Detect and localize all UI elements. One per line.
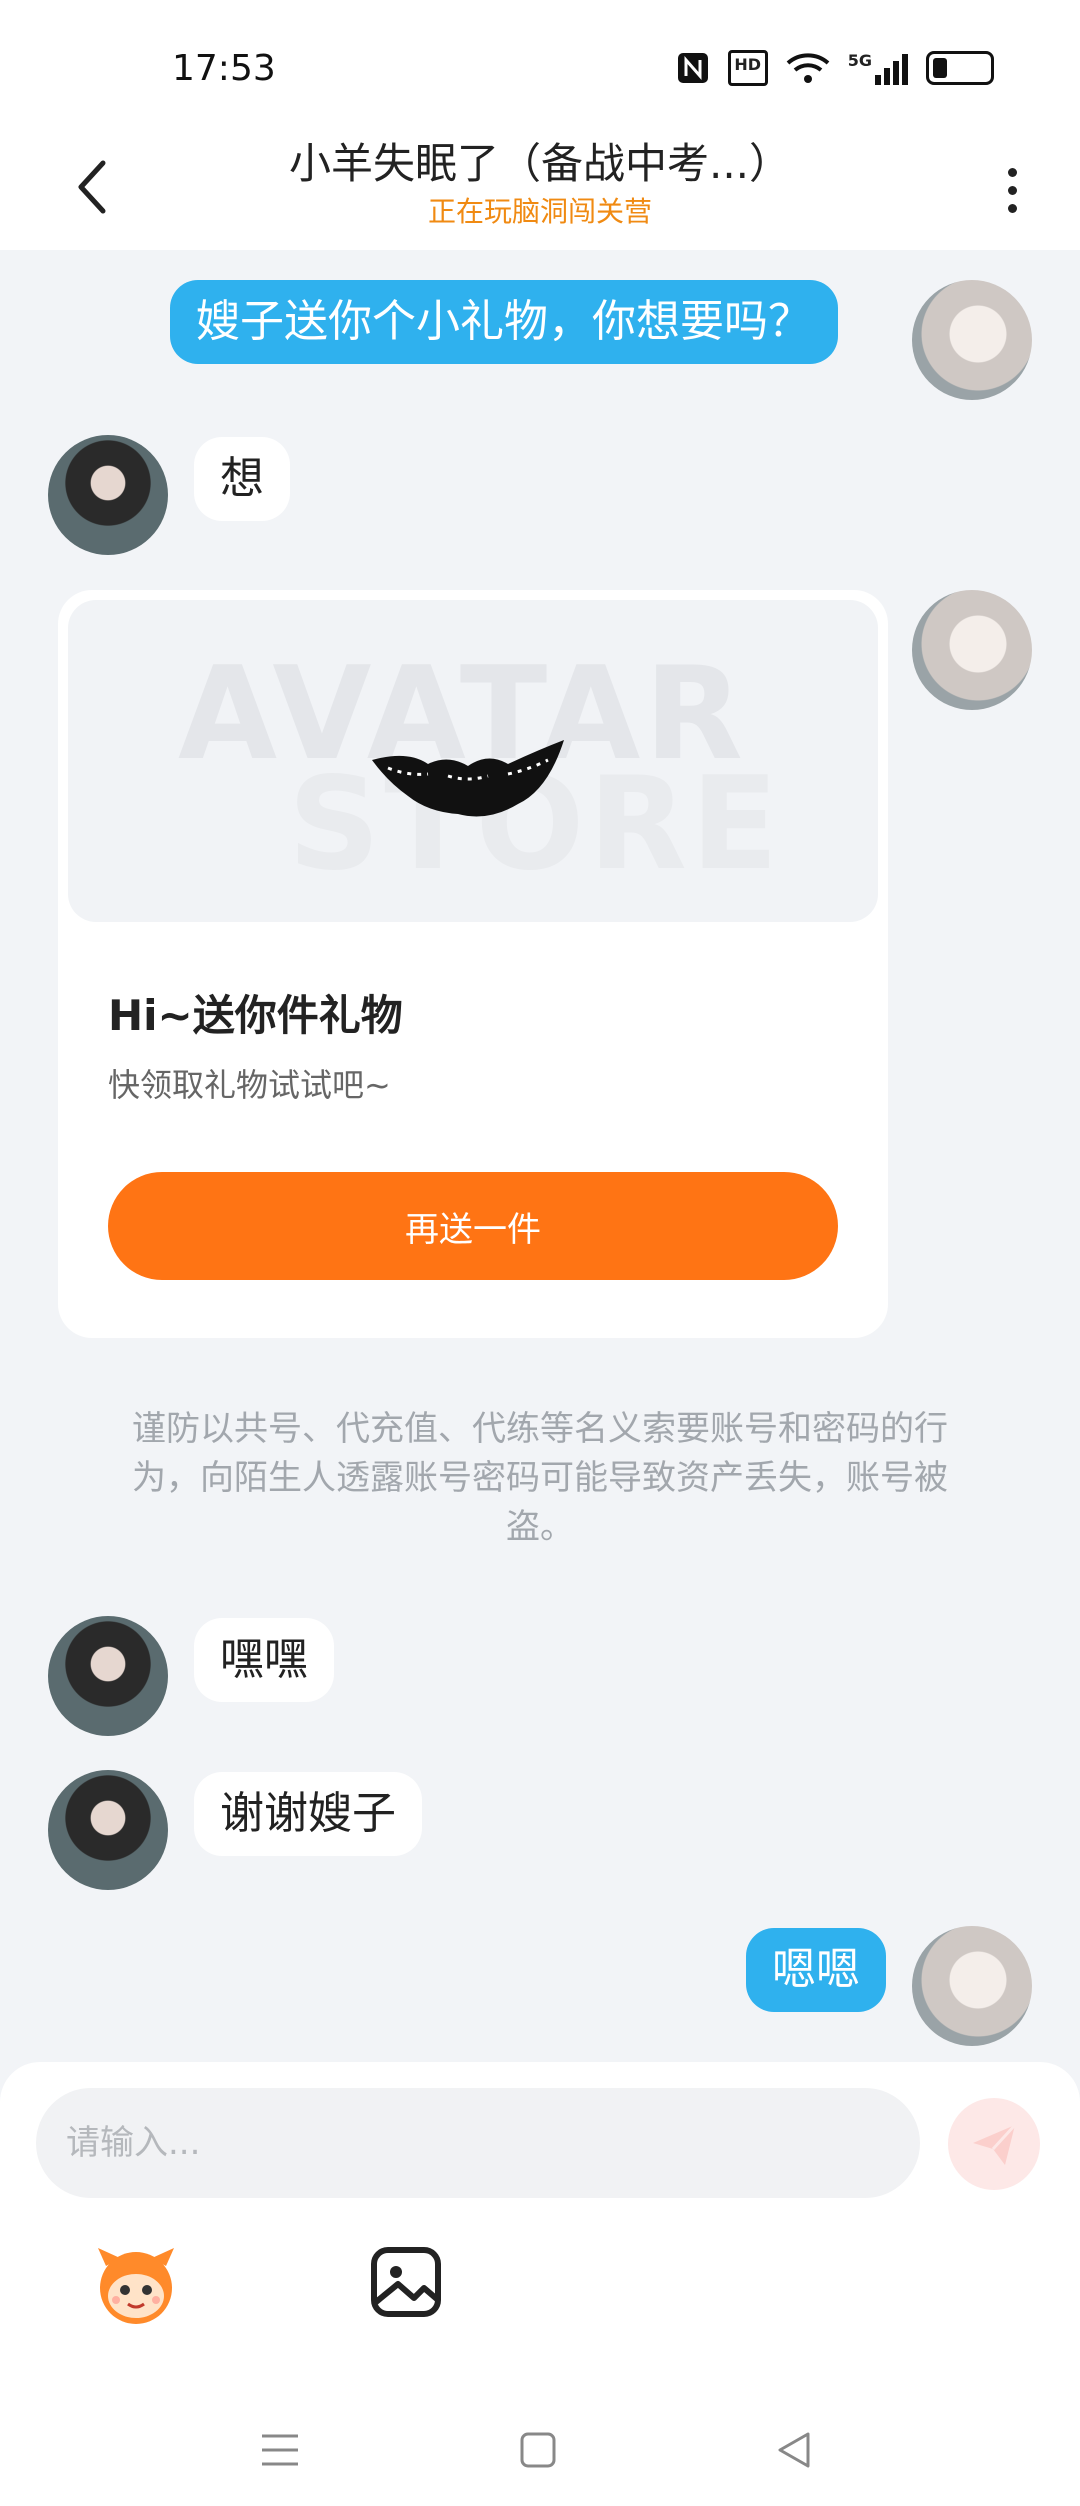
avatar-self[interactable] bbox=[912, 1926, 1032, 2046]
more-icon-dot bbox=[1007, 167, 1017, 177]
avatar-self[interactable] bbox=[912, 280, 1032, 400]
avatar-contact[interactable] bbox=[48, 1616, 168, 1736]
message-bubble-received[interactable]: 嘿嘿 bbox=[194, 1618, 334, 1702]
gift-card-banner: AVATAR STORE bbox=[68, 600, 878, 922]
status-icons: HD 5G bbox=[676, 50, 994, 86]
more-options-button[interactable] bbox=[992, 150, 1032, 230]
message-bubble-sent[interactable]: 嗯嗯 bbox=[746, 1928, 886, 2012]
avatar-self[interactable] bbox=[912, 590, 1032, 710]
system-navigation-bar bbox=[0, 2400, 1080, 2506]
image-icon bbox=[371, 2247, 441, 2317]
avatar-contact[interactable] bbox=[48, 435, 168, 555]
nfc-icon bbox=[677, 53, 708, 83]
home-button[interactable] bbox=[508, 2420, 568, 2480]
status-bar: 17:53 HD 5G bbox=[0, 0, 1080, 130]
square-icon bbox=[520, 2432, 556, 2468]
paper-plane-icon bbox=[973, 2123, 1017, 2165]
send-another-button[interactable]: 再送一件 bbox=[108, 1172, 838, 1280]
security-notice: 谨防以共号、代充值、代练等名义索要账号和密码的行为，向陌生人透露账号密码可能导致… bbox=[132, 1409, 948, 1547]
gift-card-title: Hi~送你件礼物 bbox=[108, 991, 403, 1040]
message-input[interactable]: 请输入... bbox=[36, 2088, 920, 2198]
avatar-contact[interactable] bbox=[48, 1770, 168, 1890]
gift-card-description: 快领取礼物试试吧~ bbox=[108, 1066, 391, 1104]
hd-icon: HD bbox=[727, 50, 768, 86]
back-nav-button[interactable] bbox=[764, 2420, 824, 2480]
mascot-face-icon bbox=[98, 2248, 174, 2324]
status-time: 17:53 bbox=[172, 48, 276, 89]
message-bubble-sent[interactable]: 嫂子送你个小礼物，你想要吗？ bbox=[170, 280, 838, 364]
image-picker-button[interactable] bbox=[366, 2242, 446, 2322]
emoji-sticker-button[interactable] bbox=[92, 2240, 180, 2328]
send-button[interactable] bbox=[948, 2098, 1040, 2190]
wifi-icon bbox=[786, 53, 830, 83]
more-icon-dot bbox=[1007, 185, 1017, 195]
menu-button[interactable] bbox=[250, 2420, 310, 2480]
network-type: 5G bbox=[847, 51, 872, 70]
battery-icon bbox=[926, 51, 994, 85]
message-bubble-received[interactable]: 想 bbox=[194, 437, 290, 521]
chat-header: 小羊失眠了（备战中考...） 正在玩脑洞闯关营 bbox=[0, 130, 1080, 250]
gift-card[interactable]: AVATAR STORE Hi~送你件礼物 快领取礼物试试吧~ 再送一件 bbox=[58, 590, 888, 1338]
chat-subtitle: 正在玩脑洞闯关营 bbox=[427, 195, 652, 228]
menu-icon bbox=[262, 2434, 298, 2466]
chat-title: 小羊失眠了（备战中考...） bbox=[288, 139, 792, 188]
triangle-back-icon bbox=[778, 2432, 810, 2468]
gift-item-image bbox=[372, 740, 564, 817]
signal-icon: 5G bbox=[848, 51, 908, 85]
more-icon-dot bbox=[1007, 203, 1017, 213]
message-bubble-received[interactable]: 谢谢嫂子 bbox=[194, 1772, 422, 1856]
